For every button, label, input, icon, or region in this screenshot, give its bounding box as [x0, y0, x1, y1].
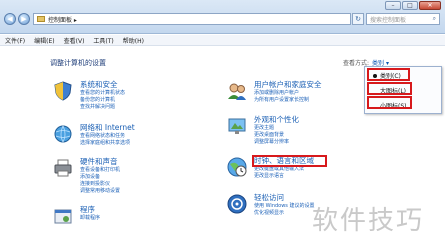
forward-button[interactable]: ▶	[18, 13, 30, 25]
category-ease-of-access: 轻松访问 使用 Windows 建议的设置 优化视频显示	[226, 193, 315, 217]
category-link[interactable]: 卸载程序	[80, 215, 100, 222]
category-link[interactable]: 优化视频显示	[254, 210, 315, 217]
category-title[interactable]: 外观和个性化	[254, 115, 299, 125]
category-link[interactable]: 连接到投影仪	[80, 181, 120, 188]
category-title[interactable]: 网络和 Internet	[80, 123, 135, 133]
category-link[interactable]: 调整屏幕分辨率	[254, 139, 299, 146]
shield-icon	[52, 80, 74, 102]
highlight-box-large-icons	[367, 82, 412, 95]
category-link[interactable]: 调整常用移动设置	[80, 188, 120, 195]
watermark: 软件技巧	[312, 206, 425, 236]
page-title: 调整计算机的设置	[50, 59, 106, 67]
category-hardware-sound: 硬件和声音 查看设备和打印机 添加设备 连接到投影仪 调整常用移动设置	[52, 157, 120, 195]
menu-help[interactable]: 帮助(H)	[123, 36, 144, 45]
highlight-box-small-icons	[367, 96, 412, 109]
refresh-icon: ↻	[355, 15, 361, 23]
menu-view[interactable]: 查看(V)	[64, 36, 85, 45]
close-button[interactable]: ✕	[419, 1, 441, 10]
category-link[interactable]: 查看设备和打印机	[80, 167, 120, 174]
category-link[interactable]: 查看您的计算机状态	[80, 90, 125, 97]
back-button[interactable]: ◀	[4, 13, 16, 25]
refresh-button[interactable]: ↻	[352, 13, 364, 25]
category-network-internet: 网络和 Internet 查看网络状态和任务 选择家庭组和共享选项	[52, 123, 135, 147]
search-placeholder: 搜索控制面板	[370, 16, 407, 24]
category-link[interactable]: 查看网络状态和任务	[80, 133, 135, 140]
highlight-box-category	[367, 68, 410, 81]
highlight-box-clock-title	[252, 155, 327, 167]
printer-icon	[52, 157, 74, 179]
search-icon: ⌕	[432, 15, 436, 22]
category-link[interactable]: 更改桌面背景	[254, 132, 299, 139]
appearance-icon	[226, 115, 248, 137]
ease-of-access-icon	[226, 193, 248, 215]
clock-globe-icon	[226, 156, 248, 178]
category-title[interactable]: 用户帐户和家庭安全	[254, 80, 322, 90]
category-title[interactable]: 轻松访问	[254, 193, 315, 203]
category-programs: 程序 卸载程序	[52, 205, 100, 227]
category-link[interactable]: 使用 Windows 建议的设置	[254, 203, 315, 210]
category-link[interactable]: 为所有用户设置家长控制	[254, 97, 322, 104]
category-link[interactable]: 备份您的计算机	[80, 97, 125, 104]
search-input[interactable]: 搜索控制面板 ⌕	[366, 13, 440, 25]
menu-bar: 文件(F) 编辑(E) 查看(V) 工具(T) 帮助(H)	[0, 35, 445, 46]
category-user-accounts: 用户帐户和家庭安全 添加或删除用户帐户 为所有用户设置家长控制	[226, 80, 322, 104]
address-bar[interactable]: 控制面板 ▸	[33, 13, 351, 25]
category-link[interactable]: 查找并解决问题	[80, 104, 125, 111]
back-arrow-icon: ◀	[7, 15, 13, 23]
category-link[interactable]: 更改显示语言	[254, 173, 314, 180]
category-link[interactable]: 更改主题	[254, 125, 299, 132]
category-link[interactable]: 添加或删除用户帐户	[254, 90, 322, 97]
users-icon	[226, 80, 248, 102]
address-path: 控制面板 ▸	[48, 16, 77, 24]
category-link[interactable]: 更改键盘或其他输入法	[254, 166, 314, 173]
category-system-security: 系统和安全 查看您的计算机状态 备份您的计算机 查找并解决问题	[52, 80, 125, 111]
window-controls: – □ ✕	[384, 1, 441, 10]
category-title[interactable]: 系统和安全	[80, 80, 125, 90]
category-link[interactable]: 选择家庭组和共享选项	[80, 140, 135, 147]
category-link[interactable]: 添加设备	[80, 174, 120, 181]
title-bar: – □ ✕ ◀ ▶ 控制面板 ▸ ↻ 搜索控制面板 ⌕	[0, 0, 445, 34]
menu-file[interactable]: 文件(F)	[5, 36, 25, 45]
network-globe-icon	[52, 123, 74, 145]
menu-edit[interactable]: 编辑(E)	[34, 36, 54, 45]
control-panel-icon	[37, 16, 45, 22]
programs-icon	[52, 205, 74, 227]
maximize-button[interactable]: □	[402, 1, 418, 10]
category-title[interactable]: 硬件和声音	[80, 157, 120, 167]
category-title[interactable]: 程序	[80, 205, 100, 215]
forward-arrow-icon: ▶	[21, 15, 27, 23]
minimize-button[interactable]: –	[385, 1, 401, 10]
category-appearance: 外观和个性化 更改主题 更改桌面背景 调整屏幕分辨率	[226, 115, 299, 146]
menu-tools[interactable]: 工具(T)	[93, 36, 113, 45]
